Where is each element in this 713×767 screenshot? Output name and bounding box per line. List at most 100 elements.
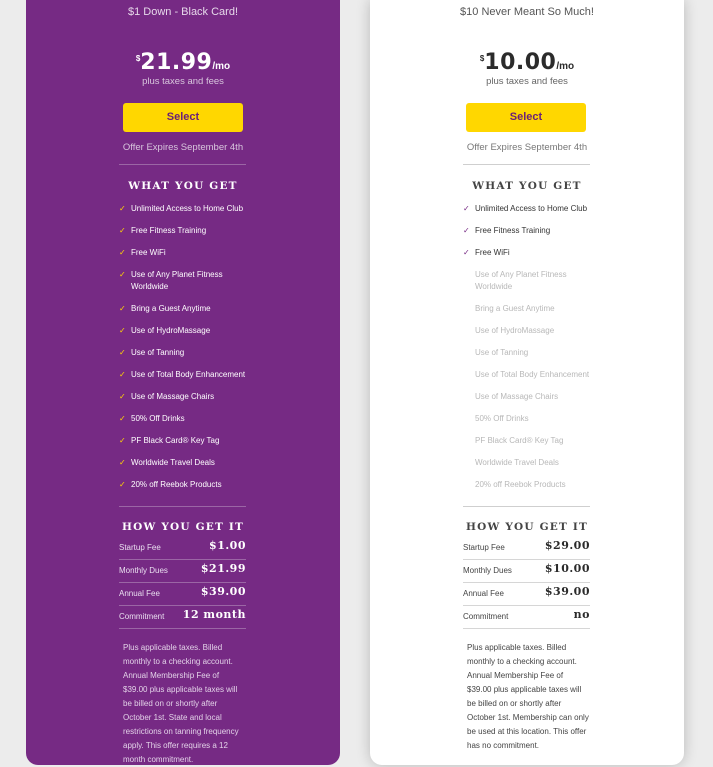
feature-list: ✓ Unlimited Access to Home Club ✓ Free Fit… xyxy=(463,203,603,490)
how-you-get-it-title: HOW YOU GET IT xyxy=(466,521,588,533)
divider xyxy=(119,506,246,507)
fee-value: $21.99 xyxy=(200,562,246,575)
feature-item: ✓ Use of Tanning xyxy=(119,347,185,357)
feature-item: ✓ 50% Off Drinks xyxy=(119,413,185,423)
fee-row: Commitment no xyxy=(463,606,590,629)
check-icon: ✓ xyxy=(119,457,126,467)
price-period: /mo xyxy=(556,61,575,72)
fee-row: Annual Fee $39.00 xyxy=(119,583,246,606)
fee-value: $1.00 xyxy=(209,539,246,552)
price-taxes-note: plus taxes and fees xyxy=(142,76,224,87)
plan-tagline: $1 Down - Black Card! xyxy=(127,6,239,18)
plan-tagline: $10 Never Meant So Much! xyxy=(460,6,594,18)
plan-price: $10.00/mo xyxy=(370,50,684,75)
row-divider xyxy=(119,628,246,629)
feature-item-excluded: 20% off Reebok Products xyxy=(475,479,566,489)
check-icon: ✓ xyxy=(119,303,126,313)
feature-item-excluded: Use of Total Body Enhancement xyxy=(475,369,590,379)
feature-item: ✓ Free Fitness Training xyxy=(463,226,551,235)
check-icon: ✓ xyxy=(463,226,470,235)
price-period: /mo xyxy=(212,61,231,72)
feature-item-excluded: 50% Off Drinks xyxy=(475,413,529,423)
price-amount: 10.00 xyxy=(484,50,557,75)
what-you-get-title: WHAT YOU GET xyxy=(472,180,582,192)
feature-item-excluded: Use of HydroMassage xyxy=(475,325,555,335)
feature-item: ✓ Use of Massage Chairs xyxy=(119,391,215,401)
feature-item-excluded: Use of Any Planet Fitness Worldwide xyxy=(475,270,567,291)
row-divider xyxy=(463,628,590,629)
fee-label: Commitment xyxy=(463,612,509,621)
fee-value: $10.00 xyxy=(544,562,590,575)
plan-card-classic: $10 Never Meant So Much! $10.00/mo plus … xyxy=(370,0,684,765)
what-you-get-title: WHAT YOU GET xyxy=(128,180,238,192)
feature-list: ✓ Unlimited Access to Home Club ✓ Free Fit… xyxy=(119,203,259,490)
feature-item-excluded: Use of Massage Chairs xyxy=(475,391,559,401)
fee-value: $39.00 xyxy=(544,585,590,598)
check-icon: ✓ xyxy=(119,369,126,379)
feature-item: ✓ Free Fitness Training xyxy=(119,226,207,235)
feature-item-excluded: Bring a Guest Anytime xyxy=(475,303,555,313)
feature-item-excluded: PF Black Card® Key Tag xyxy=(475,435,564,445)
check-icon: ✓ xyxy=(463,204,470,213)
fee-row: Annual Fee $39.00 xyxy=(463,583,590,606)
divider xyxy=(119,164,246,165)
fine-print: Plus applicable taxes. Billed monthly to… xyxy=(123,643,239,764)
feature-item-excluded: Worldwide Travel Deals xyxy=(475,457,559,467)
fee-label: Monthly Dues xyxy=(119,566,168,575)
check-icon: ✓ xyxy=(463,248,470,257)
fee-value: no xyxy=(573,608,590,621)
fee-label: Annual Fee xyxy=(119,589,160,598)
check-icon: ✓ xyxy=(119,325,126,335)
check-icon: ✓ xyxy=(119,248,126,257)
feature-item: ✓ Worldwide Travel Deals xyxy=(119,457,215,467)
how-you-get-it-title: HOW YOU GET IT xyxy=(122,521,244,533)
feature-item: ✓ Free WiFi xyxy=(463,248,510,257)
fee-label: Annual Fee xyxy=(463,589,504,598)
check-icon: ✓ xyxy=(119,347,126,357)
fee-row: Monthly Dues $21.99 xyxy=(119,560,246,583)
check-icon: ✓ xyxy=(119,413,126,423)
feature-item: ✓ Unlimited Access to Home Club xyxy=(119,204,244,213)
fee-row: Startup Fee $1.00 xyxy=(119,537,246,560)
plan-card-black: $1 Down - Black Card! $21.99/mo plus tax… xyxy=(26,0,340,765)
feature-item: ✓ Use of Any Planet Fitness Worldwide xyxy=(119,270,223,291)
fee-label: Startup Fee xyxy=(119,543,161,552)
fee-row: Monthly Dues $10.00 xyxy=(463,560,590,583)
fee-value: $29.00 xyxy=(544,539,590,552)
fee-value: 12 month xyxy=(182,608,246,621)
check-icon: ✓ xyxy=(119,204,126,213)
feature-item: ✓ PF Black Card® Key Tag xyxy=(119,435,220,445)
fee-row: Commitment 12 month xyxy=(119,606,246,629)
feature-item: ✓ Unlimited Access to Home Club xyxy=(463,204,588,213)
feature-item: ✓ Free WiFi xyxy=(119,248,166,257)
fee-label: Startup Fee xyxy=(463,543,505,552)
feature-item-excluded: Use of Tanning xyxy=(475,347,529,357)
price-amount: 21.99 xyxy=(140,50,213,75)
check-icon: ✓ xyxy=(119,479,126,489)
fee-table: Startup Fee $1.00 Monthly Dues $21.99 Annu… xyxy=(119,537,246,629)
select-button[interactable]: Select xyxy=(123,103,243,132)
divider xyxy=(463,164,590,165)
fee-row: Startup Fee $29.00 xyxy=(463,537,590,560)
check-icon: ✓ xyxy=(119,391,126,401)
feature-item: ✓ Use of HydroMassage xyxy=(119,325,211,335)
price-currency: $ xyxy=(479,54,485,63)
price-currency: $ xyxy=(135,54,141,63)
check-icon: ✓ xyxy=(119,226,126,235)
feature-item: ✓ 20% off Reebok Products xyxy=(119,479,222,489)
feature-item: ✓ Use of Total Body Enhancement xyxy=(119,369,246,379)
check-icon: ✓ xyxy=(119,270,126,279)
offer-expires: Offer Expires September 4th xyxy=(466,142,588,153)
price-taxes-note: plus taxes and fees xyxy=(486,76,568,87)
select-button[interactable]: Select xyxy=(466,103,586,132)
fee-label: Commitment xyxy=(119,612,165,621)
fee-table: Startup Fee $29.00 Monthly Dues $10.00 Ann… xyxy=(463,537,590,629)
check-icon: ✓ xyxy=(119,435,126,445)
offer-expires: Offer Expires September 4th xyxy=(122,142,244,153)
fee-value: $39.00 xyxy=(200,585,246,598)
fee-label: Monthly Dues xyxy=(463,566,512,575)
divider xyxy=(463,506,590,507)
feature-item: ✓ Bring a Guest Anytime xyxy=(119,303,211,313)
plan-price: $21.99/mo xyxy=(26,50,340,75)
fine-print: Plus applicable taxes. Billed monthly to… xyxy=(467,643,589,750)
